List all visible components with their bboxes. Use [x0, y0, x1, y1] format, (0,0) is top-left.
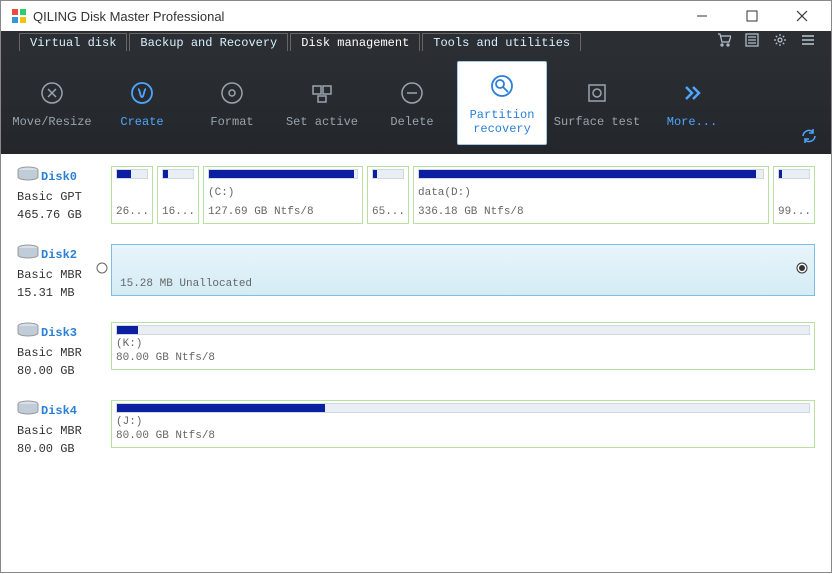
- partition-c[interactable]: (C:)127.69 GB Ntfs/8: [203, 166, 363, 224]
- partition-k[interactable]: (K:)80.00 GB Ntfs/8: [111, 322, 815, 370]
- more-icon: [647, 77, 737, 109]
- set-active-button[interactable]: Set active: [277, 69, 367, 137]
- gear-icon[interactable]: [773, 33, 787, 52]
- window-title: QILING Disk Master Professional: [33, 9, 677, 24]
- surface-test-icon: [547, 77, 647, 109]
- disk-partitions: 15.28 MB Unallocated: [111, 244, 815, 302]
- disk-icon: [17, 166, 39, 188]
- disk-info: Disk0 Basic GPT 465.76 GB: [17, 166, 105, 224]
- partition[interactable]: 16...: [157, 166, 199, 224]
- maximize-button[interactable]: [727, 1, 777, 31]
- delete-icon: [367, 77, 457, 109]
- main-tabbar: Virtual disk Backup and Recovery Disk ma…: [1, 31, 831, 51]
- partition-unallocated-selected[interactable]: 15.28 MB Unallocated: [111, 244, 815, 296]
- minimize-button[interactable]: [677, 1, 727, 31]
- titlebar: QILING Disk Master Professional: [1, 1, 831, 31]
- create-button[interactable]: Create: [97, 69, 187, 137]
- disk-name: Disk3: [41, 326, 77, 340]
- disk-name: Disk2: [41, 248, 77, 262]
- disk-partitions: (K:)80.00 GB Ntfs/8: [111, 322, 815, 380]
- delete-button[interactable]: Delete: [367, 69, 457, 137]
- partition-recovery-button[interactable]: Partition recovery: [457, 61, 547, 145]
- disk-type: Basic GPT: [17, 188, 105, 206]
- topbar-icons: [717, 33, 831, 51]
- set-active-icon: [277, 77, 367, 109]
- partition-recovery-icon: [458, 70, 546, 102]
- disk-size: 80.00 GB: [17, 362, 105, 380]
- disk-type: Basic MBR: [17, 344, 105, 362]
- app-logo-icon: [11, 8, 27, 24]
- disk-name: Disk4: [41, 404, 77, 418]
- format-icon: [187, 77, 277, 109]
- disk-type: Basic MBR: [17, 266, 105, 284]
- disk-info: Disk2 Basic MBR 15.31 MB: [17, 244, 105, 302]
- disk-info: Disk4 Basic MBR 80.00 GB: [17, 400, 105, 458]
- list-icon[interactable]: [745, 33, 759, 52]
- disk-name: Disk0: [41, 170, 77, 184]
- disk-partitions: 26... 16... (C:)127.69 GB Ntfs/8 65... d…: [111, 166, 815, 224]
- refresh-icon[interactable]: [801, 128, 817, 148]
- disk-info: Disk3 Basic MBR 80.00 GB: [17, 322, 105, 380]
- partition[interactable]: 26...: [111, 166, 153, 224]
- disk-size: 15.31 MB: [17, 284, 105, 302]
- partition[interactable]: 99...: [773, 166, 815, 224]
- partition-d[interactable]: data(D:)336.18 GB Ntfs/8: [413, 166, 769, 224]
- create-icon: [97, 77, 187, 109]
- disk-row-3: Disk3 Basic MBR 80.00 GB (K:)80.00 GB Nt…: [17, 322, 815, 380]
- disk-partitions: (J:)80.00 GB Ntfs/8: [111, 400, 815, 458]
- disk-icon: [17, 244, 39, 266]
- disk-icon: [17, 322, 39, 344]
- partition[interactable]: 65...: [367, 166, 409, 224]
- menu-icon[interactable]: [801, 33, 815, 52]
- disk-size: 465.76 GB: [17, 206, 105, 224]
- radio-right-icon[interactable]: [796, 262, 808, 278]
- disk-row-2: Disk2 Basic MBR 15.31 MB 15.28 MB Unallo…: [17, 244, 815, 302]
- tab-backup-recovery[interactable]: Backup and Recovery: [129, 33, 288, 51]
- surface-test-button[interactable]: Surface test: [547, 69, 647, 137]
- action-toolbar: Move/Resize Create Format Set active Del…: [1, 51, 831, 154]
- tab-disk-management[interactable]: Disk management: [290, 33, 420, 51]
- tab-virtual-disk[interactable]: Virtual disk: [19, 33, 127, 51]
- disk-row-0: Disk0 Basic GPT 465.76 GB 26... 16... (C…: [17, 166, 815, 224]
- disk-type: Basic MBR: [17, 422, 105, 440]
- tab-tools-utilities[interactable]: Tools and utilities: [422, 33, 581, 51]
- radio-left-icon[interactable]: [96, 262, 108, 278]
- more-button[interactable]: More...: [647, 69, 737, 137]
- move-resize-icon: [7, 77, 97, 109]
- disk-size: 80.00 GB: [17, 440, 105, 458]
- partition-j[interactable]: (J:)80.00 GB Ntfs/8: [111, 400, 815, 448]
- move-resize-button[interactable]: Move/Resize: [7, 69, 97, 137]
- format-button[interactable]: Format: [187, 69, 277, 137]
- close-button[interactable]: [777, 1, 827, 31]
- disk-list: Disk0 Basic GPT 465.76 GB 26... 16... (C…: [1, 154, 831, 574]
- cart-icon[interactable]: [717, 33, 731, 52]
- disk-icon: [17, 400, 39, 422]
- disk-row-4: Disk4 Basic MBR 80.00 GB (J:)80.00 GB Nt…: [17, 400, 815, 458]
